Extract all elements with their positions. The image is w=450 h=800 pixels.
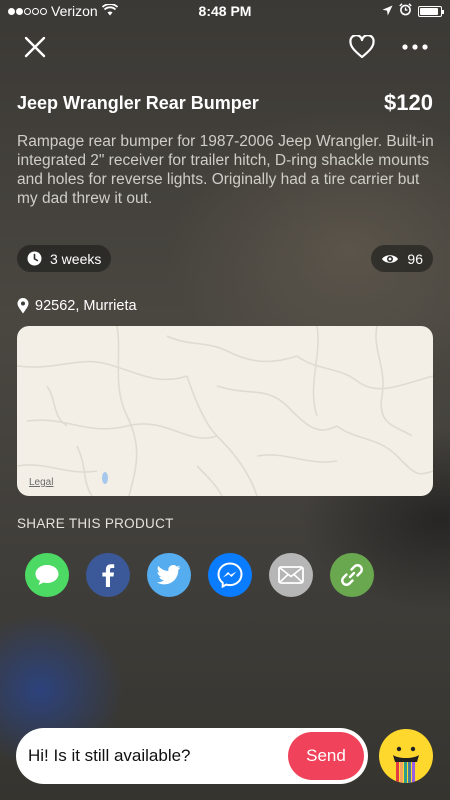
- share-facebook-button[interactable]: [86, 553, 130, 597]
- listing-price: $120: [384, 90, 433, 115]
- ellipsis-icon: [402, 44, 428, 50]
- favorite-button[interactable]: [345, 30, 379, 64]
- share-messenger-button[interactable]: [208, 553, 252, 597]
- location-text: 92562, Murrieta: [35, 298, 137, 314]
- share-twitter-button[interactable]: [147, 553, 191, 597]
- status-bar: Verizon 8:48 PM: [0, 0, 450, 22]
- mascot-avatar-button[interactable]: [379, 729, 433, 783]
- facebook-icon: [102, 564, 115, 587]
- more-options-button[interactable]: [398, 30, 432, 64]
- location-map[interactable]: Legal: [17, 326, 433, 496]
- listing-header: Jeep Wrangler Rear Bumper $120: [17, 90, 433, 116]
- map-pin-icon: [17, 298, 29, 314]
- posted-time-text: 3 weeks: [50, 250, 102, 267]
- share-email-button[interactable]: [269, 553, 313, 597]
- map-legal-link[interactable]: Legal: [29, 477, 53, 488]
- listing-description: Rampage rear bumper for 1987-2006 Jeep W…: [17, 133, 434, 207]
- views-badge: 96: [371, 245, 433, 272]
- message-composer: Send: [16, 728, 368, 784]
- location-arrow-icon: [382, 3, 393, 19]
- listing-title: Jeep Wrangler Rear Bumper: [17, 92, 259, 113]
- top-bar: [0, 30, 450, 64]
- views-count: 96: [407, 250, 423, 267]
- signal-icon: [8, 7, 47, 15]
- map-roads: [17, 326, 433, 496]
- alarm-clock-icon: [399, 3, 412, 19]
- close-icon: [24, 36, 46, 58]
- eye-icon: [382, 254, 399, 263]
- link-icon: [341, 564, 363, 586]
- heart-icon: [349, 35, 375, 59]
- wifi-icon: [101, 3, 118, 19]
- mascot-face-icon: [393, 746, 419, 783]
- send-button[interactable]: Send: [288, 732, 364, 780]
- listing-location: 92562, Murrieta: [17, 298, 137, 314]
- listing-meta: 3 weeks 96: [17, 245, 433, 272]
- battery-icon: [418, 5, 444, 17]
- close-button[interactable]: [20, 30, 50, 64]
- envelope-icon: [278, 566, 304, 584]
- speech-bubble-icon: [35, 565, 59, 585]
- share-copy-link-button[interactable]: [330, 553, 374, 597]
- share-buttons: [25, 553, 374, 597]
- posted-time-badge: 3 weeks: [17, 245, 112, 272]
- share-messages-button[interactable]: [25, 553, 69, 597]
- carrier-name: Verizon: [51, 3, 98, 19]
- clock-icon: [27, 251, 42, 266]
- carrier-signal: Verizon: [8, 3, 118, 19]
- twitter-bird-icon: [157, 565, 181, 585]
- messenger-icon: [217, 562, 243, 588]
- status-right-icons: [382, 3, 444, 19]
- share-section-title: SHARE THIS PRODUCT: [17, 516, 174, 531]
- message-input[interactable]: [28, 746, 288, 766]
